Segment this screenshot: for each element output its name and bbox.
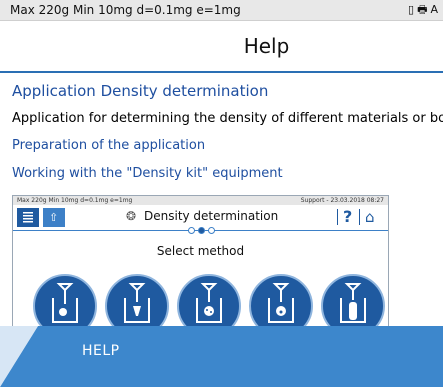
balance-specs: Max 220g Min 10mg d=0.1mg e=1mg [10, 3, 241, 17]
page-title: Help [243, 34, 290, 58]
page-indicator [188, 227, 218, 234]
menu-list-icon [17, 208, 39, 227]
page-dot [188, 227, 195, 234]
up-arrow-icon: ⇧ [43, 208, 65, 227]
home-icon: ⌂ [365, 208, 375, 226]
title-bar: Help [0, 21, 443, 73]
footer: HELP [0, 326, 443, 387]
screenshot-title: Density determination [144, 209, 279, 223]
help-heading: Application Density determination [12, 82, 269, 100]
help-description: Application for determining the density … [12, 111, 443, 126]
method-floating-icon [249, 274, 313, 326]
status-trailing: A [430, 3, 438, 16]
page-dot [208, 227, 215, 234]
link-preparation[interactable]: Preparation of the application [12, 138, 205, 153]
status-bar: Max 220g Min 10mg d=0.1mg e=1mg ▯ 🖶 A [0, 0, 443, 21]
battery-icon: ▯ [408, 3, 415, 16]
page-dot-active [198, 227, 205, 234]
divider [337, 209, 338, 225]
select-method-prompt: Select method [156, 244, 245, 258]
footer-label: HELP [82, 343, 120, 359]
help-content: Application Density determination Applic… [0, 74, 443, 326]
divider [359, 209, 360, 225]
screenshot-status-left: Max 220g Min 10mg d=0.1mg e=1mg [17, 197, 133, 204]
help-icon: ? [343, 207, 353, 226]
method-liquid-icon [105, 274, 169, 326]
method-sinker-icon [321, 274, 385, 326]
status-icons: ▯ 🖶 A [408, 0, 441, 20]
printer-icon: 🖶 [417, 3, 428, 16]
method-porous-icon [177, 274, 241, 326]
footer-band [0, 326, 443, 387]
screenshot-status-right: Support - 23.03.2018 08:27 [300, 197, 384, 204]
screenshot-status-bar: Max 220g Min 10mg d=0.1mg e=1mg Support … [13, 196, 388, 205]
embedded-screenshot: Max 220g Min 10mg d=0.1mg e=1mg Support … [12, 195, 389, 326]
density-icon: ❂ [126, 209, 137, 223]
method-solid-icon [33, 274, 97, 326]
link-density-kit[interactable]: Working with the "Density kit" equipment [12, 166, 283, 181]
